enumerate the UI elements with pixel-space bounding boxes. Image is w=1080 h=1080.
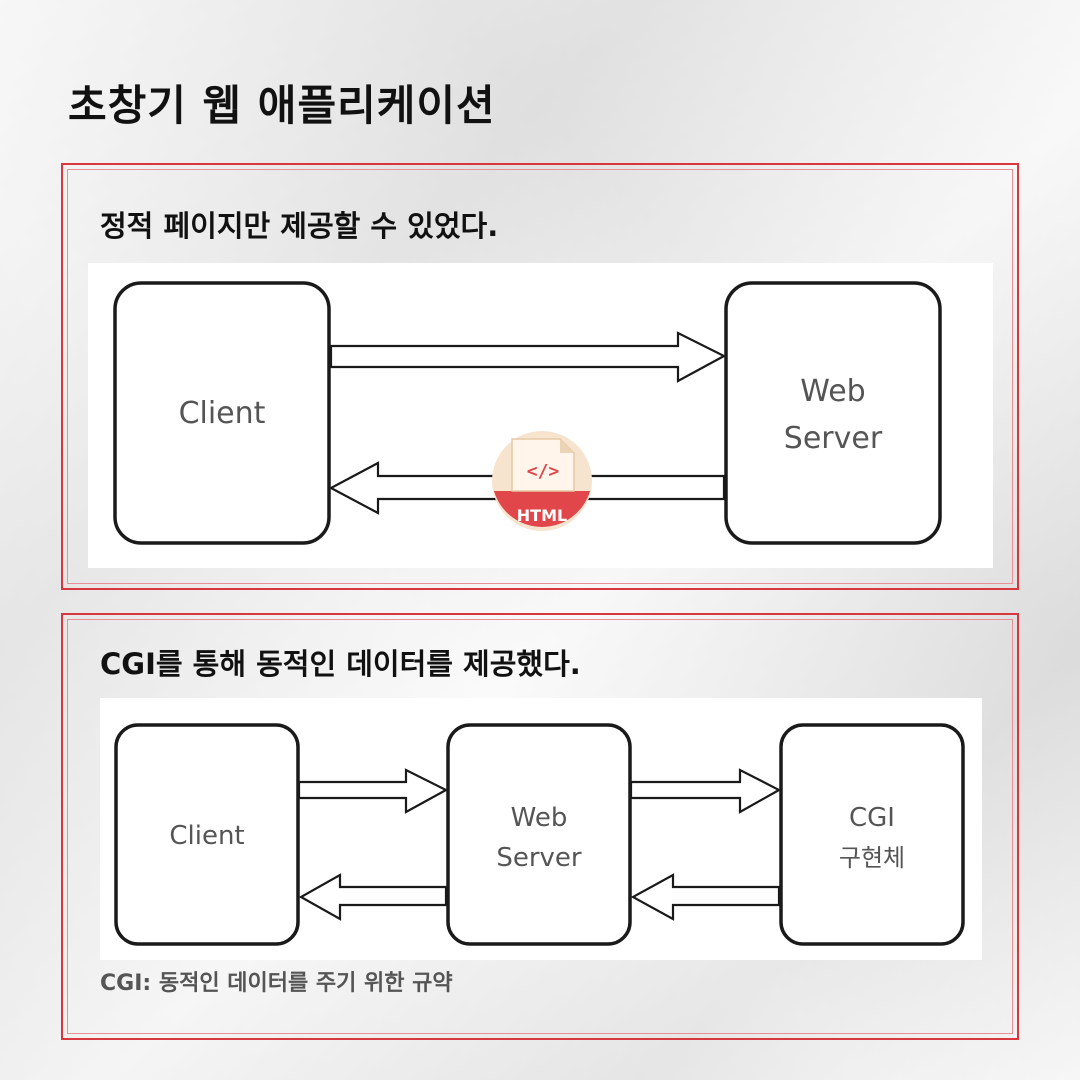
web-server-box bbox=[724, 281, 942, 545]
request-arrow bbox=[329, 331, 727, 383]
client-to-server-arrow bbox=[297, 768, 449, 814]
html-file-icon: </> HTML bbox=[492, 431, 592, 531]
cgi-diagram: Client Web Server CGI 구현체 bbox=[100, 698, 982, 960]
web-server-label-line2: Server bbox=[784, 421, 883, 456]
cgi-to-server-arrow bbox=[630, 873, 781, 921]
cgi-definition-note: CGI: 동적인 데이터를 주기 위한 규약 bbox=[100, 971, 453, 996]
cgi-panel: CGI를 통해 동적인 데이터를 제공했다. Client Web Server… bbox=[61, 613, 1019, 1040]
page-title: 초창기 웹 애플리케이션 bbox=[68, 81, 496, 130]
client-label: Client bbox=[179, 396, 266, 431]
cgi-implementation-box bbox=[779, 723, 965, 946]
web-server-box bbox=[446, 723, 632, 946]
static-pages-diagram: Client Web Server </> HTML bbox=[88, 263, 993, 568]
static-pages-panel: 정적 페이지만 제공할 수 있었다. Client Web Server </>… bbox=[61, 163, 1019, 590]
cgi-label-line2: 구현체 bbox=[839, 844, 905, 872]
cgi-label-line1: CGI bbox=[849, 803, 895, 833]
static-pages-heading: 정적 페이지만 제공할 수 있었다. bbox=[100, 209, 499, 243]
html-code-glyph: </> bbox=[527, 461, 560, 482]
cgi-diagram-svg: Client Web Server CGI 구현체 bbox=[114, 723, 965, 946]
static-pages-diagram-svg: Client Web Server </> HTML bbox=[113, 281, 942, 545]
cgi-heading: CGI를 통해 동적인 데이터를 제공했다. bbox=[100, 647, 581, 681]
web-server-label-line1: Web bbox=[511, 803, 568, 833]
web-server-label-line2: Server bbox=[496, 843, 582, 873]
client-label: Client bbox=[169, 821, 244, 851]
html-badge-label: HTML bbox=[517, 506, 567, 525]
server-to-cgi-arrow bbox=[629, 768, 782, 814]
web-server-label-line1: Web bbox=[800, 374, 865, 409]
server-to-client-arrow bbox=[298, 873, 448, 921]
